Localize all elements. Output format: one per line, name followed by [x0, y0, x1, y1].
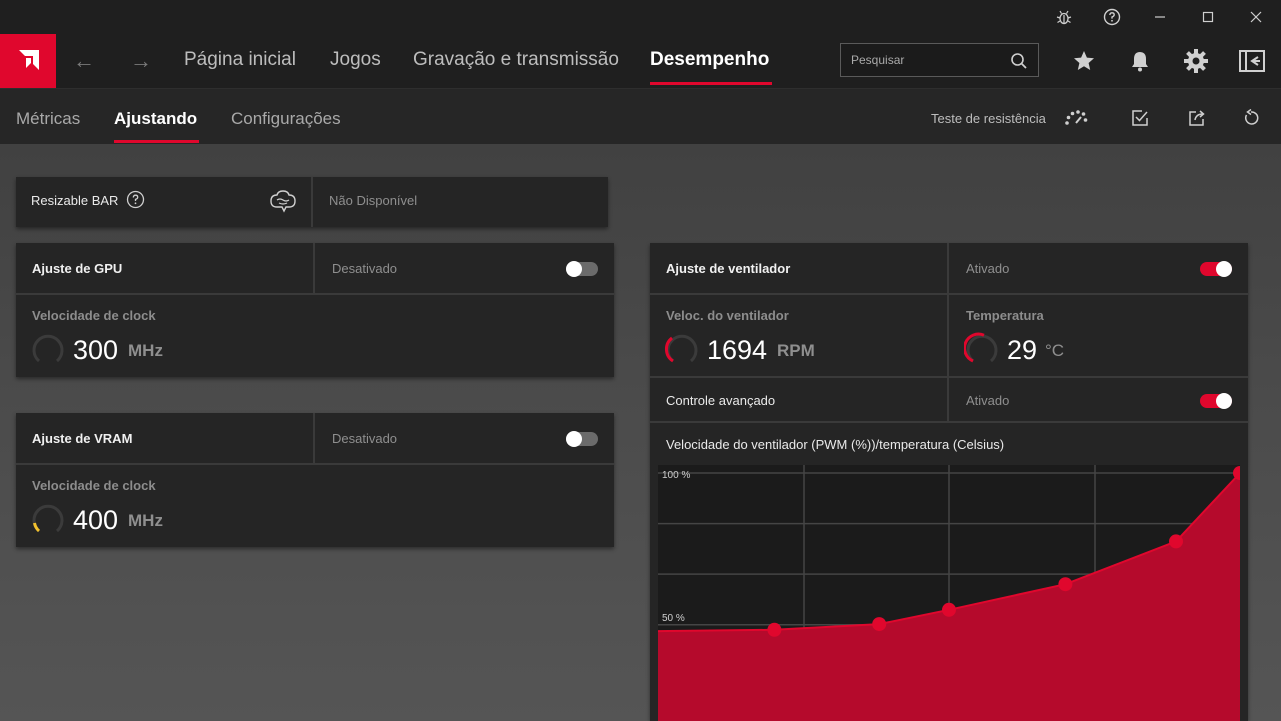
fan-speed-value: 1694: [707, 335, 768, 365]
fan-tuning-title: Ajuste de ventilador: [666, 261, 791, 276]
export-icon[interactable]: [1185, 106, 1209, 130]
vram-tuning-title: Ajuste de VRAM: [32, 431, 133, 446]
gpu-tuning-status: Desativado: [332, 261, 398, 276]
y-tick-label-100: 100 %: [662, 470, 690, 481]
divider: [650, 421, 1248, 423]
temperature-value: 29: [1007, 335, 1038, 365]
gpu-clock-value: 300: [73, 335, 119, 365]
divider: [947, 243, 949, 421]
tab-metrics[interactable]: Métricas: [16, 109, 80, 129]
vram-tuning-status: Desativado: [332, 431, 398, 446]
fan-tuning-status: Ativado: [966, 261, 1010, 276]
divider: [650, 293, 1248, 295]
back-arrow-icon[interactable]: ←: [69, 48, 99, 74]
reset-icon[interactable]: [1239, 106, 1263, 130]
bug-report-icon[interactable]: [1041, 0, 1087, 34]
gpu-tuning-title: Ajuste de GPU: [32, 261, 123, 276]
advanced-control-label: Controle avançado: [666, 393, 776, 408]
fan-speed-label: Veloc. do ventilador: [666, 308, 789, 323]
smart-brain-icon: [269, 189, 297, 218]
close-icon[interactable]: [1233, 0, 1279, 34]
search-box[interactable]: [840, 43, 1039, 77]
divider: [16, 293, 614, 295]
y-tick-label-50: 50 %: [662, 613, 685, 624]
vram-clock-gauge: [32, 504, 64, 533]
minimize-icon[interactable]: [1137, 0, 1183, 34]
sidebar-toggle-icon[interactable]: [1237, 46, 1267, 76]
temperature-gauge: [964, 332, 998, 363]
search-icon[interactable]: [1010, 52, 1028, 75]
vram-clock-value: 400: [73, 505, 119, 535]
fan-curve-point[interactable]: [872, 617, 887, 632]
help-icon[interactable]: [1089, 0, 1135, 34]
tab-home[interactable]: Página inicial: [184, 49, 296, 71]
stress-test-gauge-icon[interactable]: [1064, 106, 1088, 130]
gpu-clock-label: Velocidade de clock: [32, 308, 156, 323]
resizable-bar-status: Não Disponível: [329, 193, 418, 208]
fan-curve-title: Velocidade do ventilador (PWM (%))/tempe…: [666, 437, 1005, 452]
divider: [313, 413, 315, 463]
divider: [16, 463, 614, 465]
divider: [650, 376, 1248, 378]
tab-games[interactable]: Jogos: [330, 49, 381, 71]
settings-gear-icon[interactable]: [1181, 46, 1211, 76]
advanced-control-status: Ativado: [966, 393, 1010, 408]
tab-recording-streaming[interactable]: Gravação e transmissão: [413, 49, 619, 71]
fan-curve-point[interactable]: [1169, 534, 1183, 549]
help-icon[interactable]: [126, 190, 145, 214]
fan-curve-point[interactable]: [1058, 577, 1073, 592]
gpu-clock-gauge: [32, 334, 64, 363]
search-input[interactable]: [851, 44, 1001, 76]
fan-tuning-toggle[interactable]: [1200, 261, 1232, 277]
resizable-bar-panel: Resizable BAR Não Disponível: [16, 177, 608, 227]
fan-tuning-panel: Ajuste de ventilador Ativado Veloc. do v…: [650, 243, 1248, 721]
resizable-bar-label: Resizable BAR: [31, 193, 119, 208]
active-subtab-indicator: [114, 140, 199, 143]
divider: [311, 177, 313, 227]
notifications-bell-icon[interactable]: [1125, 46, 1155, 76]
fan-curve-point[interactable]: [767, 622, 782, 637]
sub-navigation: Métricas Ajustando Configurações Teste d…: [0, 88, 1281, 144]
temperature-unit: °C: [1045, 341, 1065, 360]
vram-clock-unit: MHz: [128, 511, 163, 530]
stress-test-label[interactable]: Teste de resistência: [931, 111, 1046, 126]
vram-clock-label: Velocidade de clock: [32, 478, 156, 493]
amd-logo[interactable]: [0, 34, 56, 88]
vram-tuning-toggle[interactable]: [566, 431, 598, 447]
fan-curve-point[interactable]: [942, 602, 956, 617]
vram-tuning-panel: Ajuste de VRAM Desativado Velocidade de …: [16, 413, 614, 547]
main-navigation: ← → Página inicial Jogos Gravação e tran…: [0, 34, 1281, 88]
apply-changes-icon[interactable]: [1128, 106, 1152, 130]
active-tab-indicator: [650, 82, 772, 85]
title-bar: [0, 0, 1281, 34]
fan-speed-gauge: [664, 334, 698, 363]
fan-curve-chart[interactable]: 100 % 50 %: [658, 465, 1240, 721]
gpu-tuning-panel: Ajuste de GPU Desativado Velocidade de c…: [16, 243, 614, 377]
maximize-icon[interactable]: [1185, 0, 1231, 34]
temperature-label: Temperatura: [966, 308, 1044, 323]
tab-performance[interactable]: Desempenho: [650, 49, 769, 71]
advanced-control-toggle[interactable]: [1200, 393, 1232, 409]
tab-settings[interactable]: Configurações: [231, 109, 341, 129]
gpu-tuning-toggle[interactable]: [566, 261, 598, 277]
forward-arrow-icon[interactable]: →: [126, 48, 156, 74]
gpu-clock-unit: MHz: [128, 341, 163, 360]
favorites-star-icon[interactable]: [1069, 46, 1099, 76]
divider: [313, 243, 315, 293]
fan-speed-unit: RPM: [777, 341, 815, 360]
tab-tuning[interactable]: Ajustando: [114, 109, 197, 129]
